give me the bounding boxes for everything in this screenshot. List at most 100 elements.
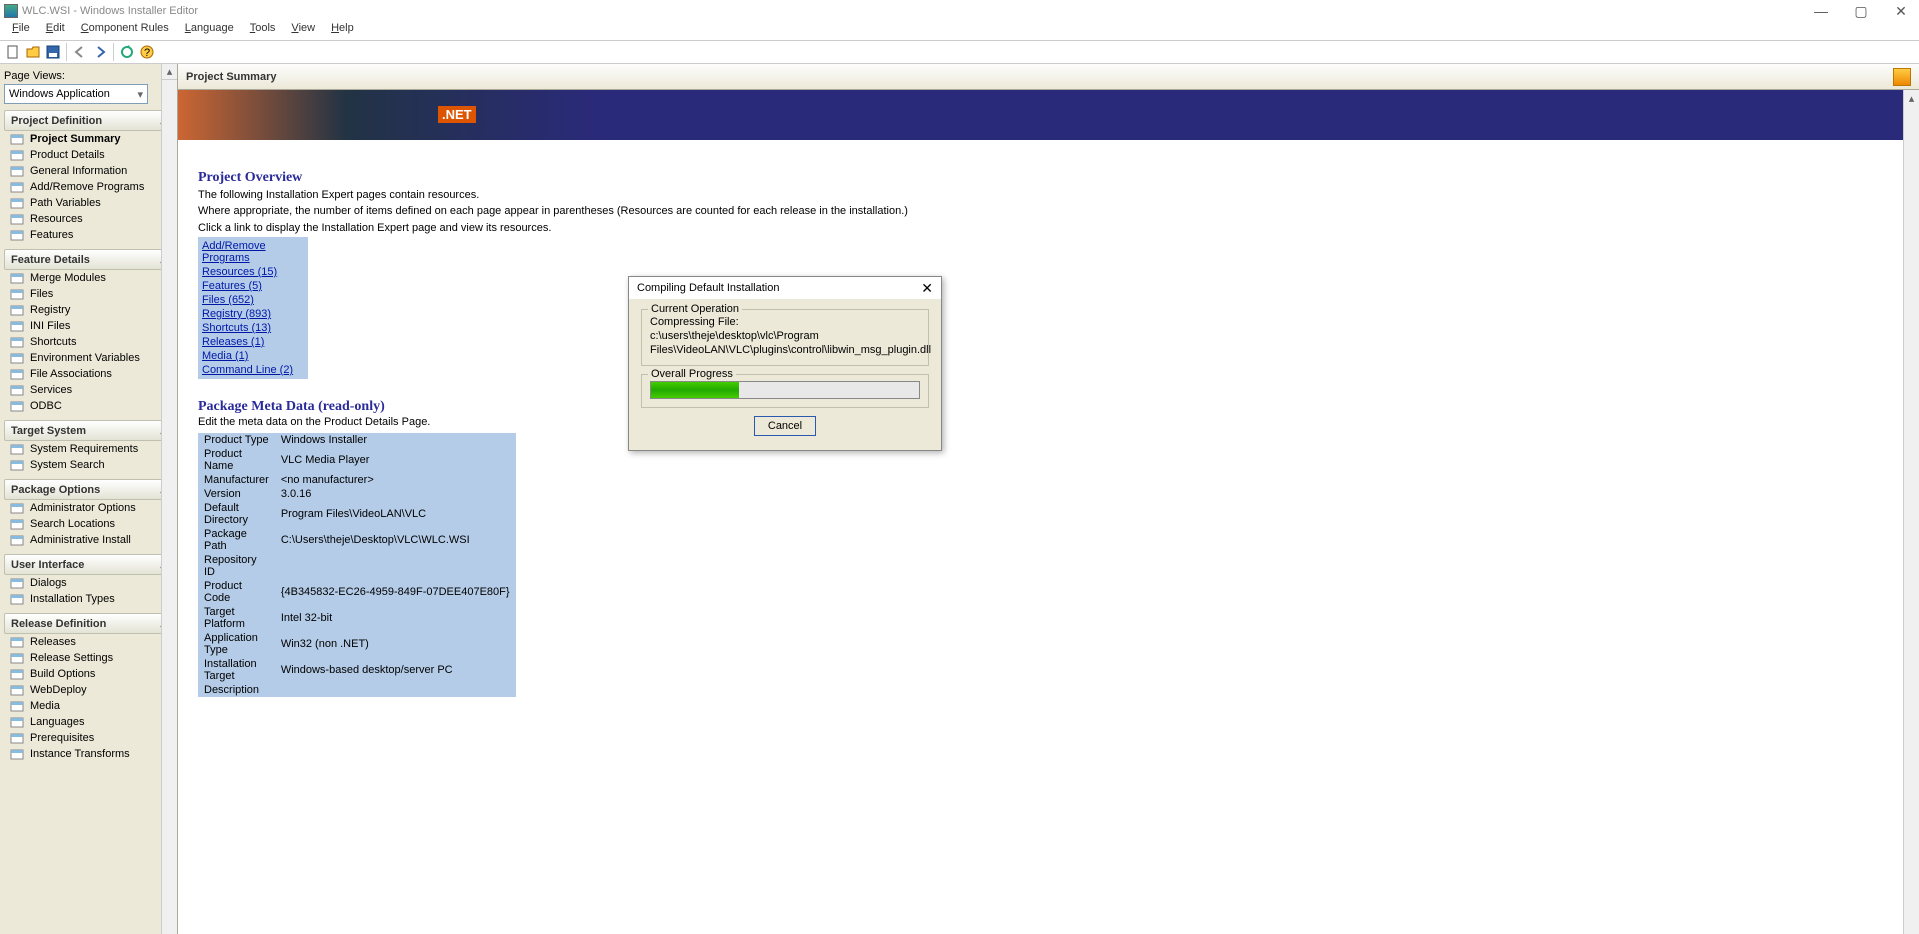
nav-item[interactable]: System Requirements xyxy=(4,441,173,457)
section-header[interactable]: User Interface▴ xyxy=(4,554,173,575)
nav-item[interactable]: INI Files xyxy=(4,318,173,334)
menu-bar: File Edit Component Rules Language Tools… xyxy=(0,22,1919,40)
resource-link[interactable]: Releases (1) xyxy=(202,335,304,349)
cancel-button[interactable]: Cancel xyxy=(754,416,816,436)
dialog-close-icon[interactable]: ✕ xyxy=(921,280,933,297)
resource-link[interactable]: Resources (15) xyxy=(202,265,304,279)
left-scrollbar[interactable]: ▴ xyxy=(161,64,177,934)
close-button[interactable]: ✕ xyxy=(1887,3,1915,20)
nav-item[interactable]: Release Settings xyxy=(4,650,173,666)
nav-item[interactable]: Services xyxy=(4,382,173,398)
back-icon[interactable] xyxy=(71,43,89,61)
nav-item[interactable]: Media xyxy=(4,698,173,714)
section-header[interactable]: Project Definition▴ xyxy=(4,110,173,131)
overview-desc: Click a link to display the Installation… xyxy=(198,221,1899,235)
nav-icon xyxy=(10,212,24,226)
menu-tools[interactable]: Tools xyxy=(244,22,282,40)
nav-item[interactable]: Product Details xyxy=(4,147,173,163)
nav-item[interactable]: Administrative Install xyxy=(4,532,173,548)
nav-item[interactable]: Releases xyxy=(4,634,173,650)
meta-key: Product Type xyxy=(198,433,275,447)
meta-key: Product Name xyxy=(198,447,275,473)
meta-value: 3.0.16 xyxy=(275,487,516,501)
nav-icon xyxy=(10,271,24,285)
meta-key: Target Platform xyxy=(198,605,275,631)
nav-item[interactable]: WebDeploy xyxy=(4,682,173,698)
dialog-titlebar: Compiling Default Installation ✕ xyxy=(629,277,941,299)
window-titlebar: WLC.WSI - Windows Installer Editor — ▢ ✕ xyxy=(0,0,1919,22)
nav-icon xyxy=(10,399,24,413)
resource-link[interactable]: Shortcuts (13) xyxy=(202,321,304,335)
section-header[interactable]: Target System▴ xyxy=(4,420,173,441)
table-row: Manufacturer<no manufacturer> xyxy=(198,473,516,487)
nav-item[interactable]: Prerequisites xyxy=(4,730,173,746)
nav-item[interactable]: Administrator Options xyxy=(4,500,173,516)
table-row: Repository ID xyxy=(198,553,516,579)
nav-item[interactable]: Shortcuts xyxy=(4,334,173,350)
resource-link[interactable]: Features (5) xyxy=(202,279,304,293)
nav-icon xyxy=(10,715,24,729)
nav-item[interactable]: Merge Modules xyxy=(4,270,173,286)
meta-value: {4B345832-EC26-4959-849F-07DEE407E80F} xyxy=(275,579,516,605)
page-views-combo[interactable]: Windows Application ▾ xyxy=(4,84,148,104)
nav-item[interactable]: Resources xyxy=(4,211,173,227)
nav-label: WebDeploy xyxy=(30,684,87,696)
nav-label: Release Settings xyxy=(30,652,113,664)
maximize-button[interactable]: ▢ xyxy=(1847,3,1875,20)
nav-icon xyxy=(10,517,24,531)
nav-item[interactable]: Installation Types xyxy=(4,591,173,607)
resource-link[interactable]: Add/Remove Programs xyxy=(202,239,304,265)
table-row: Version3.0.16 xyxy=(198,487,516,501)
nav-item[interactable]: Dialogs xyxy=(4,575,173,591)
section-header[interactable]: Release Definition▴ xyxy=(4,613,173,634)
refresh-icon[interactable] xyxy=(118,43,136,61)
nav-item[interactable]: Search Locations xyxy=(4,516,173,532)
nav-item[interactable]: Languages xyxy=(4,714,173,730)
menu-file[interactable]: File xyxy=(6,22,36,40)
nav-item[interactable]: File Associations xyxy=(4,366,173,382)
nav-label: Shortcuts xyxy=(30,336,76,348)
nav-label: Administrator Options xyxy=(30,502,136,514)
nav-item[interactable]: Environment Variables xyxy=(4,350,173,366)
menu-help[interactable]: Help xyxy=(325,22,360,40)
nav-item[interactable]: Features xyxy=(4,227,173,243)
resource-link[interactable]: Command Line (2) xyxy=(202,363,304,377)
nav-icon xyxy=(10,699,24,713)
nav-item[interactable]: Path Variables xyxy=(4,195,173,211)
menu-view[interactable]: View xyxy=(285,22,321,40)
resource-link[interactable]: Files (652) xyxy=(202,293,304,307)
nav-item[interactable]: ODBC xyxy=(4,398,173,414)
nav-icon xyxy=(10,576,24,590)
nav-item[interactable]: Add/Remove Programs xyxy=(4,179,173,195)
nav-icon xyxy=(10,132,24,146)
new-icon[interactable] xyxy=(4,43,22,61)
nav-icon xyxy=(10,319,24,333)
nav-item[interactable]: Files xyxy=(4,286,173,302)
scroll-up-icon[interactable]: ▴ xyxy=(1904,90,1919,106)
resource-link[interactable]: Registry (893) xyxy=(202,307,304,321)
nav-item[interactable]: Instance Transforms xyxy=(4,746,173,762)
resource-link[interactable]: Media (1) xyxy=(202,349,304,363)
nav-item[interactable]: Project Summary xyxy=(4,131,173,147)
help-icon[interactable]: ? xyxy=(138,43,156,61)
section-header[interactable]: Feature Details▴ xyxy=(4,249,173,270)
scroll-up-icon[interactable]: ▴ xyxy=(162,64,177,80)
forward-icon[interactable] xyxy=(91,43,109,61)
minimize-button[interactable]: — xyxy=(1807,3,1835,20)
meta-value: Win32 (non .NET) xyxy=(275,631,516,657)
open-icon[interactable] xyxy=(24,43,42,61)
content-scrollbar[interactable]: ▴ xyxy=(1903,90,1919,934)
nav-icon xyxy=(10,148,24,162)
save-icon[interactable] xyxy=(44,43,62,61)
nav-label: ODBC xyxy=(30,400,62,412)
nav-item[interactable]: Build Options xyxy=(4,666,173,682)
menu-edit[interactable]: Edit xyxy=(40,22,71,40)
menu-language[interactable]: Language xyxy=(179,22,240,40)
nav-item[interactable]: General Information xyxy=(4,163,173,179)
section-header[interactable]: Package Options▴ xyxy=(4,479,173,500)
menu-component-rules[interactable]: Component Rules xyxy=(75,22,175,40)
meta-key: Version xyxy=(198,487,275,501)
nav-item[interactable]: System Search xyxy=(4,457,173,473)
nav-item[interactable]: Registry xyxy=(4,302,173,318)
nav-label: Resources xyxy=(30,213,83,225)
